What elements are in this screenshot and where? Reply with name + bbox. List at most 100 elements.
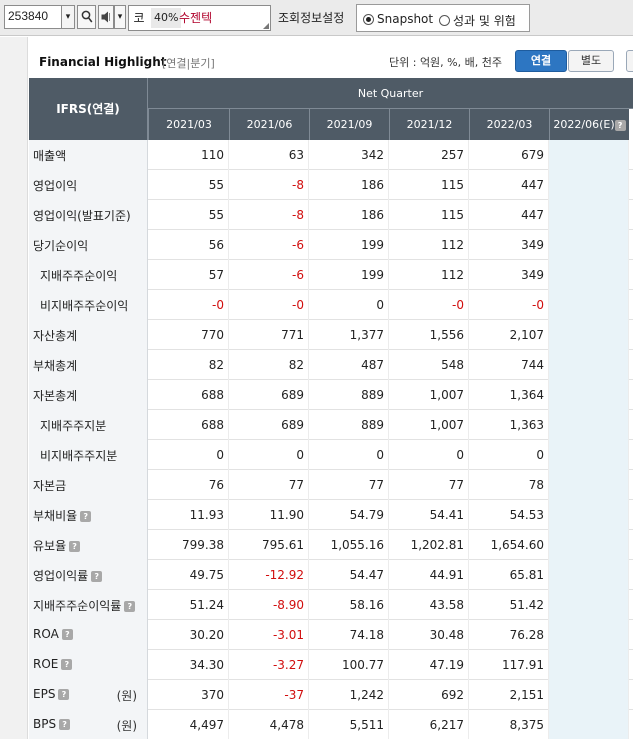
table-cell	[549, 380, 629, 410]
period-header: 2022/06(E)?	[549, 109, 629, 140]
stock-code-input[interactable]: 253840	[4, 5, 62, 29]
row-label-cell: BPS? (원)	[29, 710, 148, 739]
table-cell: 2,151	[469, 680, 549, 710]
table-cell: 349	[469, 260, 549, 290]
section-title: Financial Highlight	[39, 55, 167, 69]
row-label-text: 지배주주지분	[40, 419, 107, 433]
help-icon[interactable]: ?	[124, 601, 136, 612]
radio-selected-icon[interactable]	[363, 13, 374, 25]
help-icon[interactable]: ?	[614, 119, 626, 131]
row-label-cell: 영업이익(발표기준)	[29, 200, 148, 230]
speaker-menu-chevron-icon[interactable]: ▾	[114, 5, 126, 29]
table-cell: 57	[148, 260, 229, 290]
financial-highlight-table: IFRS(연결) Net Quarter 2021/03 2021/06 2021/…	[29, 78, 633, 739]
section-subtitle: [연결|분기]	[162, 57, 215, 70]
table-cell: 44.91	[389, 560, 469, 590]
chevron-down-icon[interactable]: ▾	[62, 5, 75, 29]
table-cell: 1,007	[389, 380, 469, 410]
table-cell: 76.28	[469, 620, 549, 650]
row-label: 영업이익(발표기준)	[33, 207, 131, 224]
table-cell: -0	[148, 290, 229, 320]
radio-snapshot-label: Snapshot	[377, 12, 434, 26]
table-cell: 47.19	[389, 650, 469, 680]
toggle-extra[interactable]	[626, 50, 633, 72]
table-cell: 199	[309, 230, 389, 260]
row-label-text: 지배주주순이익	[40, 269, 118, 283]
table-row: 유보율? 799.38 795.61 1,055.16 1,202.81 1,654.60	[29, 530, 633, 560]
table-row: BPS? (원) 4,497 4,478 5,511 6,217 8,375	[29, 710, 633, 739]
table-row: 영업이익 55 -8 186 115 447	[29, 170, 633, 200]
query-settings-label[interactable]: 조회정보설정	[278, 9, 344, 26]
period-header-label: 2022/06(E)	[553, 118, 615, 131]
toggle-consolidated[interactable]: 연결	[515, 50, 567, 72]
table-cell: 0	[469, 440, 549, 470]
radio-performance-risk[interactable]: 성과 및 위험	[439, 12, 516, 29]
market-code: 코	[133, 11, 145, 25]
table-row: 부채비율? 11.93 11.90 54.79 54.41 54.53	[29, 500, 633, 530]
row-label-cell: 자산총계	[29, 320, 148, 350]
row-label-text: 부채총계	[33, 359, 78, 373]
table-cell: 34.30	[148, 650, 229, 680]
toggle-separate[interactable]: 별도	[568, 50, 614, 72]
radio-unselected-icon[interactable]	[439, 15, 450, 26]
speaker-icon[interactable]	[98, 5, 114, 29]
table-cell	[549, 440, 629, 470]
row-label-text: 부채비율	[33, 509, 78, 523]
table-row: 당기순이익 56 -6 199 112 349	[29, 230, 633, 260]
row-label-text: ROA	[33, 627, 59, 641]
table-cell: 63	[229, 140, 309, 170]
table-cell: -8	[229, 170, 309, 200]
row-label-cell: ROE?	[29, 650, 148, 680]
table-cell: 11.93	[148, 500, 229, 530]
row-label-cell: 지배주주순이익	[29, 260, 148, 290]
help-icon[interactable]: ?	[59, 719, 71, 730]
table-cell: -0	[469, 290, 549, 320]
row-label: 지배주주지분	[40, 417, 106, 434]
row-label-cell: 부채총계	[29, 350, 148, 380]
radio-snapshot[interactable]: Snapshot	[363, 12, 433, 26]
table-cell: 54.47	[309, 560, 389, 590]
row-label: 비지배주주순이익	[40, 297, 128, 314]
table-cell: 4,478	[229, 710, 309, 739]
table-cell: 257	[389, 140, 469, 170]
view-mode-radio-group: Snapshot 성과 및 위험	[356, 4, 530, 32]
help-icon[interactable]: ?	[69, 541, 81, 552]
table-cell	[549, 260, 629, 290]
table-cell: -3.01	[229, 620, 309, 650]
table-row: 지배주주순이익률? 51.24 -8.90 58.16 43.58 51.42	[29, 590, 633, 620]
table-cell	[549, 230, 629, 260]
search-icon[interactable]	[77, 5, 96, 29]
table-cell	[549, 680, 629, 710]
table-cell: 54.53	[469, 500, 549, 530]
table-cell: 54.41	[389, 500, 469, 530]
row-label: EPS?	[33, 687, 70, 701]
table-cell: 771	[229, 320, 309, 350]
help-icon[interactable]: ?	[80, 511, 92, 522]
table-cell: 889	[309, 410, 389, 440]
table-cell: 744	[469, 350, 549, 380]
help-icon[interactable]: ?	[91, 571, 103, 582]
table-cell: 82	[148, 350, 229, 380]
table-cell: 78	[469, 470, 549, 500]
row-label-cell: 영업이익률?	[29, 560, 148, 590]
help-icon[interactable]: ?	[58, 689, 70, 700]
table-row: 지배주주지분 688 689 889 1,007 1,363	[29, 410, 633, 440]
row-label: 영업이익	[33, 177, 77, 194]
row-label: 지배주주순이익	[40, 267, 117, 284]
table-cell	[549, 590, 629, 620]
unit-label: 단위 : 억원, %, 배, 천주	[389, 56, 502, 69]
table-cell: 11.90	[229, 500, 309, 530]
row-label-cell: ROA?	[29, 620, 148, 650]
table-cell: 0	[148, 440, 229, 470]
row-label: 부채비율?	[33, 507, 92, 524]
table-cell: 186	[309, 200, 389, 230]
row-label-text: 자산총계	[33, 329, 78, 343]
table-group-header: Net Quarter	[148, 78, 633, 109]
stock-selector[interactable]: 코 40% 수젠텍	[128, 5, 271, 31]
table-cell: 199	[309, 260, 389, 290]
table-cell: 4,497	[148, 710, 229, 739]
table-cell: 51.42	[469, 590, 549, 620]
help-icon[interactable]: ?	[61, 659, 73, 670]
help-icon[interactable]: ?	[61, 629, 73, 640]
table-cell: -0	[229, 290, 309, 320]
